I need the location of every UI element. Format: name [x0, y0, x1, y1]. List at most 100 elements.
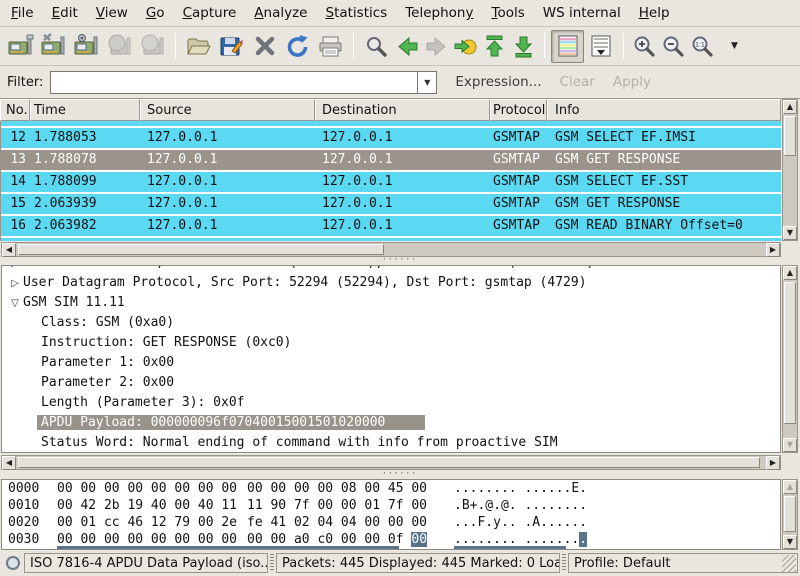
packet-cell-source: 127.0.0.1 — [141, 121, 316, 126]
scroll-thumb[interactable] — [18, 244, 384, 255]
scroll-right-arrow[interactable]: ▶ — [766, 456, 780, 470]
packet-list-vscrollbar[interactable]: ▲ ▼ — [782, 99, 798, 241]
packet-list-hscrollbar[interactable]: ◀ ▶ — [1, 242, 781, 257]
menu-help[interactable]: Help — [630, 1, 679, 25]
details-hscrollbar[interactable]: ◀ ▶ — [1, 455, 781, 470]
packet-row-14[interactable]: 141.788099127.0.0.1127.0.0.1GSMTAPGSM SE… — [1, 172, 781, 194]
capture-restart-button[interactable] — [136, 30, 169, 63]
selected-hex-byte[interactable]: 00 — [411, 532, 427, 547]
column-header-no[interactable]: No. — [0, 99, 30, 121]
packet-cell-destination: 127.0.0.1 — [316, 128, 491, 148]
scroll-thumb[interactable] — [784, 282, 796, 424]
apply-button[interactable]: Apply — [613, 74, 651, 90]
clear-button[interactable]: Clear — [560, 74, 595, 90]
detail-line-7[interactable]: Length (Parameter 3): 0x0f — [2, 393, 780, 413]
auto-scroll-button[interactable] — [584, 30, 617, 63]
expression-button[interactable]: Expression... — [455, 74, 541, 90]
menu-edit[interactable]: Edit — [43, 1, 87, 25]
reload-button[interactable] — [281, 30, 314, 63]
open-file-button[interactable] — [182, 30, 215, 63]
scroll-thumb[interactable] — [784, 496, 796, 532]
hex-row-0020[interactable]: 002000 01 cc 46 12 79 00 2efe 41 02 04 0… — [2, 514, 780, 531]
detail-line-6[interactable]: Parameter 2: 0x00 — [2, 373, 780, 393]
open-folder-icon — [186, 34, 211, 59]
save-file-button[interactable] — [215, 30, 248, 63]
scroll-thumb[interactable] — [784, 116, 796, 156]
detail-text: Parameter 1: 0x00 — [41, 355, 174, 370]
menu-view[interactable]: View — [87, 1, 137, 25]
go-to-top-button[interactable] — [480, 30, 509, 63]
filter-input[interactable] — [50, 71, 418, 94]
expander-collapsed-icon[interactable]: ▷ — [7, 274, 23, 294]
packet-row-13[interactable]: 131.788078127.0.0.1127.0.0.1GSMTAPGSM GE… — [1, 150, 781, 172]
colorize-button[interactable] — [551, 30, 584, 63]
menu-ws-internal[interactable]: WS internal — [534, 1, 630, 25]
filter-dropdown-button[interactable]: ▼ — [418, 71, 437, 94]
expander-expanded-icon[interactable]: ▽ — [7, 294, 23, 314]
hex-row-0000[interactable]: 000000 00 00 00 00 00 00 0000 00 00 00 0… — [2, 480, 780, 497]
menu-capture[interactable]: Capture — [174, 1, 246, 25]
column-header-protocol[interactable]: Protocol — [490, 99, 547, 121]
detail-line-3[interactable]: Class: GSM (0xa0) — [2, 313, 780, 333]
column-header-destination[interactable]: Destination — [315, 99, 490, 121]
menu-file[interactable]: File — [2, 1, 43, 25]
filter-label-button[interactable]: Filter: — [7, 75, 43, 90]
packet-row-16[interactable]: 162.063982127.0.0.1127.0.0.1GSMTAPGSM RE… — [1, 216, 781, 238]
hex-row-0010[interactable]: 001000 42 2b 19 40 00 40 1111 90 7f 00 0… — [2, 497, 780, 514]
zoom-out-button[interactable] — [659, 30, 688, 63]
scroll-down-arrow[interactable]: ▼ — [783, 535, 797, 549]
forward-arrow-icon — [424, 34, 449, 59]
scroll-down-arrow[interactable]: ▼ — [783, 226, 797, 240]
menu-analyze[interactable]: Analyze — [245, 1, 316, 25]
menu-statistics[interactable]: Statistics — [316, 1, 396, 25]
zoom-in-button[interactable] — [630, 30, 659, 63]
list-interfaces-button[interactable] — [4, 30, 37, 63]
detail-line-1[interactable]: ▷User Datagram Protocol, Src Port: 52294… — [2, 273, 780, 293]
detail-line-5[interactable]: Parameter 1: 0x00 — [2, 353, 780, 373]
packet-row-12[interactable]: 121.788053127.0.0.1127.0.0.1GSMTAPGSM SE… — [1, 128, 781, 150]
scroll-up-arrow[interactable]: ▲ — [783, 266, 797, 280]
pane-splitter[interactable]: ······ — [0, 471, 800, 479]
capture-start-button[interactable] — [70, 30, 103, 63]
scroll-left-arrow[interactable]: ◀ — [2, 243, 16, 257]
detail-line-2[interactable]: ▽GSM SIM 11.11 — [2, 293, 780, 313]
hex-row-0030[interactable]: 003000 00 00 00 00 00 00 0000 00 a0 c0 0… — [2, 531, 780, 548]
hex-vscrollbar[interactable]: ▲ ▼ — [782, 479, 798, 550]
packet-row-15[interactable]: 152.063939127.0.0.1127.0.0.1GSMTAPGSM GE… — [1, 194, 781, 216]
zoom-normal-button[interactable]: 1:1 — [688, 30, 717, 63]
packet-row-11[interactable]: 111.787891127.0.0.1127.0.0.1GSMTAPGSM GE… — [1, 121, 781, 128]
profile-status[interactable]: Profile: Default — [568, 553, 798, 573]
pane-splitter[interactable]: ······ — [0, 257, 800, 265]
go-to-packet-button[interactable] — [451, 30, 480, 63]
capture-options-button[interactable] — [37, 30, 70, 63]
menu-go[interactable]: Go — [137, 1, 174, 25]
go-to-bottom-button[interactable] — [509, 30, 538, 63]
menu-telephony[interactable]: Telephony — [396, 1, 482, 25]
menu-tools[interactable]: Tools — [482, 1, 533, 25]
packet-list-header: No. Time Source Destination Protocol Inf… — [0, 99, 781, 121]
scroll-left-arrow[interactable]: ◀ — [2, 456, 16, 470]
detail-line-0[interactable]: ▷Internet Protocol, Src: 127.0.0.1 (127.… — [2, 265, 780, 273]
go-forward-button[interactable] — [422, 30, 451, 63]
details-vscrollbar[interactable]: ▲ ▼ — [782, 265, 798, 453]
go-back-button[interactable] — [393, 30, 422, 63]
toolbar-overflow-button[interactable]: ▼ — [731, 41, 738, 51]
detail-line-9[interactable]: Status Word: Normal ending of command wi… — [2, 433, 780, 453]
detail-line-4[interactable]: Instruction: GET RESPONSE (0xc0) — [2, 333, 780, 353]
scroll-down-arrow[interactable]: ▼ — [783, 438, 797, 452]
scroll-up-arrow[interactable]: ▲ — [783, 480, 797, 494]
column-header-source[interactable]: Source — [140, 99, 315, 121]
column-header-time[interactable]: Time — [30, 99, 140, 121]
print-button[interactable] — [314, 30, 347, 63]
capture-stop-button[interactable] — [103, 30, 136, 63]
resize-grip[interactable] — [782, 555, 796, 572]
find-packet-button[interactable] — [360, 30, 393, 63]
zoom-out-icon — [661, 34, 686, 59]
close-file-button[interactable] — [248, 30, 281, 63]
column-header-info[interactable]: Info — [547, 99, 781, 121]
detail-line-8[interactable]: APDU Payload: 000000096f0704001500150102… — [2, 413, 780, 433]
expert-info-button[interactable] — [2, 552, 24, 574]
scroll-thumb[interactable] — [18, 457, 760, 468]
scroll-right-arrow[interactable]: ▶ — [766, 243, 780, 257]
scroll-up-arrow[interactable]: ▲ — [783, 100, 797, 114]
